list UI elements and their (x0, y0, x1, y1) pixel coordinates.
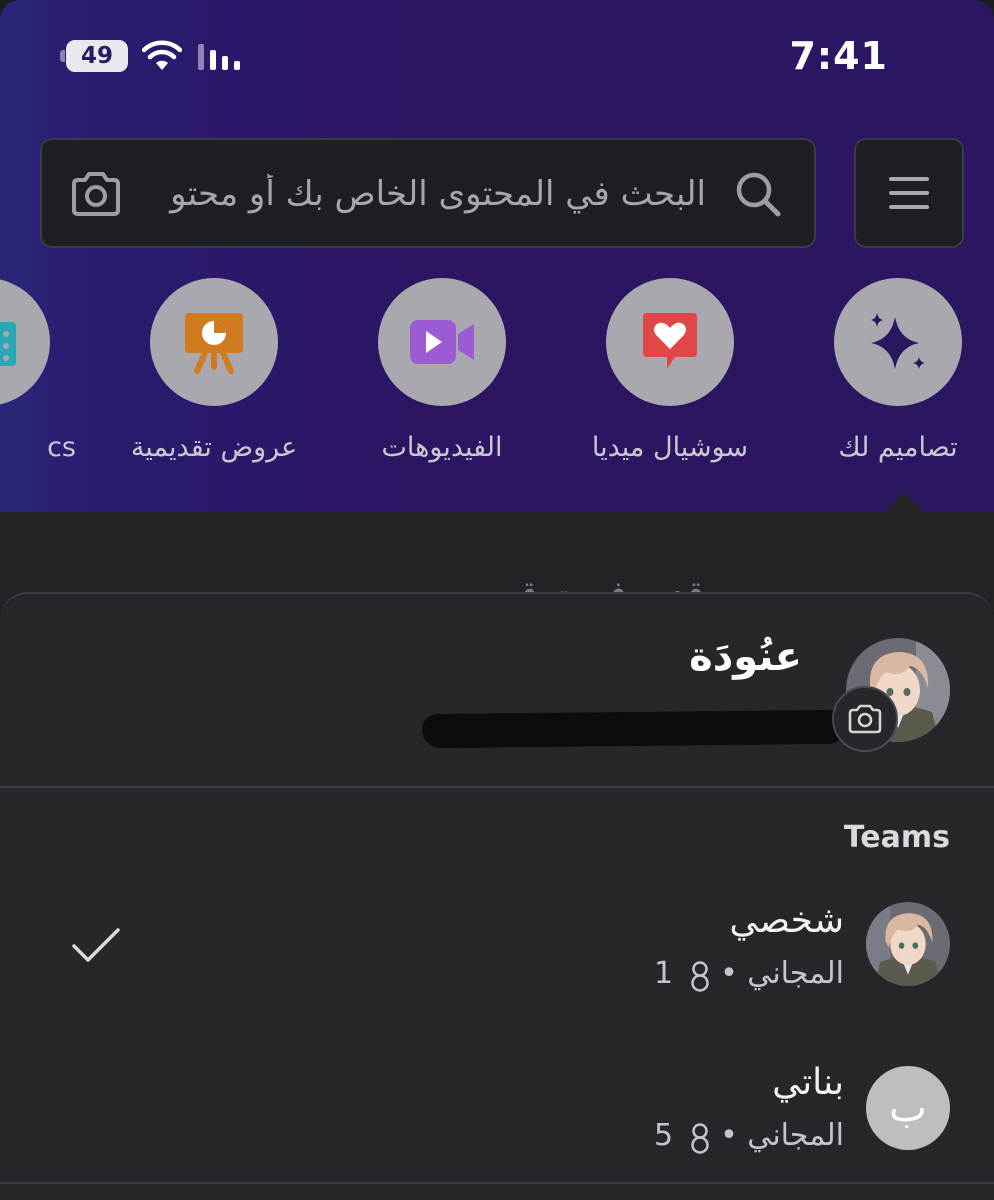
category-partial[interactable]: cs (0, 278, 76, 463)
partial-category-icon (0, 322, 16, 366)
divider (0, 786, 994, 788)
category-presentations[interactable]: عروض تقديمية (131, 278, 297, 463)
team-name: شخصي (729, 900, 844, 941)
menu-button[interactable] (854, 138, 964, 248)
camera-icon (848, 704, 882, 734)
category-circle (834, 278, 962, 406)
team-row-personal[interactable]: شخصي المجاني • 1 (0, 900, 994, 1030)
anime-avatar-image (866, 902, 950, 986)
category-for-you[interactable]: تصاميم لك (834, 278, 962, 463)
hamburger-menu-icon (889, 177, 929, 209)
team-member-count: 1 (654, 956, 676, 991)
teams-heading: Teams (843, 820, 950, 855)
category-circle (378, 278, 506, 406)
search-icon[interactable] (732, 168, 784, 220)
category-label: عروض تقديمية (130, 432, 298, 463)
header-hero: 49 7:41 البحث في المحتوى الخاص بك أو محت… (0, 0, 994, 512)
team-row-banati[interactable]: بناتي المجاني • 5 ب (0, 1062, 994, 1192)
profile-name: عنُودَة (689, 634, 802, 680)
app-screen: 49 7:41 البحث في المحتوى الخاص بك أو محت… (0, 0, 994, 1200)
team-letter-avatar: ب (866, 1066, 950, 1150)
status-time: 7:41 (789, 34, 888, 78)
category-label: الفيديوهات (381, 432, 503, 463)
category-label: cs (47, 432, 76, 463)
search-input[interactable] (146, 164, 706, 224)
camera-icon[interactable] (68, 170, 124, 218)
category-videos[interactable]: الفيديوهات (378, 278, 506, 463)
members-icon (691, 1123, 709, 1154)
category-label: سوشيال ميديا (591, 432, 749, 463)
category-social-media[interactable]: سوشيال ميديا (592, 278, 748, 463)
selection-pointer (884, 492, 924, 512)
team-plan: المجاني • (720, 956, 844, 991)
category-circle (0, 278, 50, 406)
divider (0, 1182, 994, 1184)
signal-icon (198, 44, 240, 70)
change-photo-button[interactable] (832, 686, 898, 752)
sparkle-icon (871, 313, 925, 369)
redacted-email (421, 709, 843, 749)
presentation-icon (185, 313, 243, 374)
heart-bubble-icon (643, 313, 697, 369)
team-member-count: 5 (654, 1118, 676, 1153)
members-icon (691, 961, 709, 992)
search-bar[interactable] (40, 138, 816, 248)
category-circle (606, 278, 734, 406)
team-plan: المجاني • (720, 1118, 844, 1153)
category-circle (150, 278, 278, 406)
team-avatar (866, 902, 950, 986)
category-label: تصاميم لك (838, 432, 958, 463)
team-name: بناتي (772, 1062, 844, 1103)
checkmark-icon (72, 928, 120, 962)
account-sheet: عنُودَة Teams شخصي المجاني • 1 بناتي الم… (0, 592, 994, 1200)
battery-icon: 49 (60, 40, 128, 72)
video-camera-icon (410, 320, 474, 364)
wifi-icon (142, 40, 182, 70)
